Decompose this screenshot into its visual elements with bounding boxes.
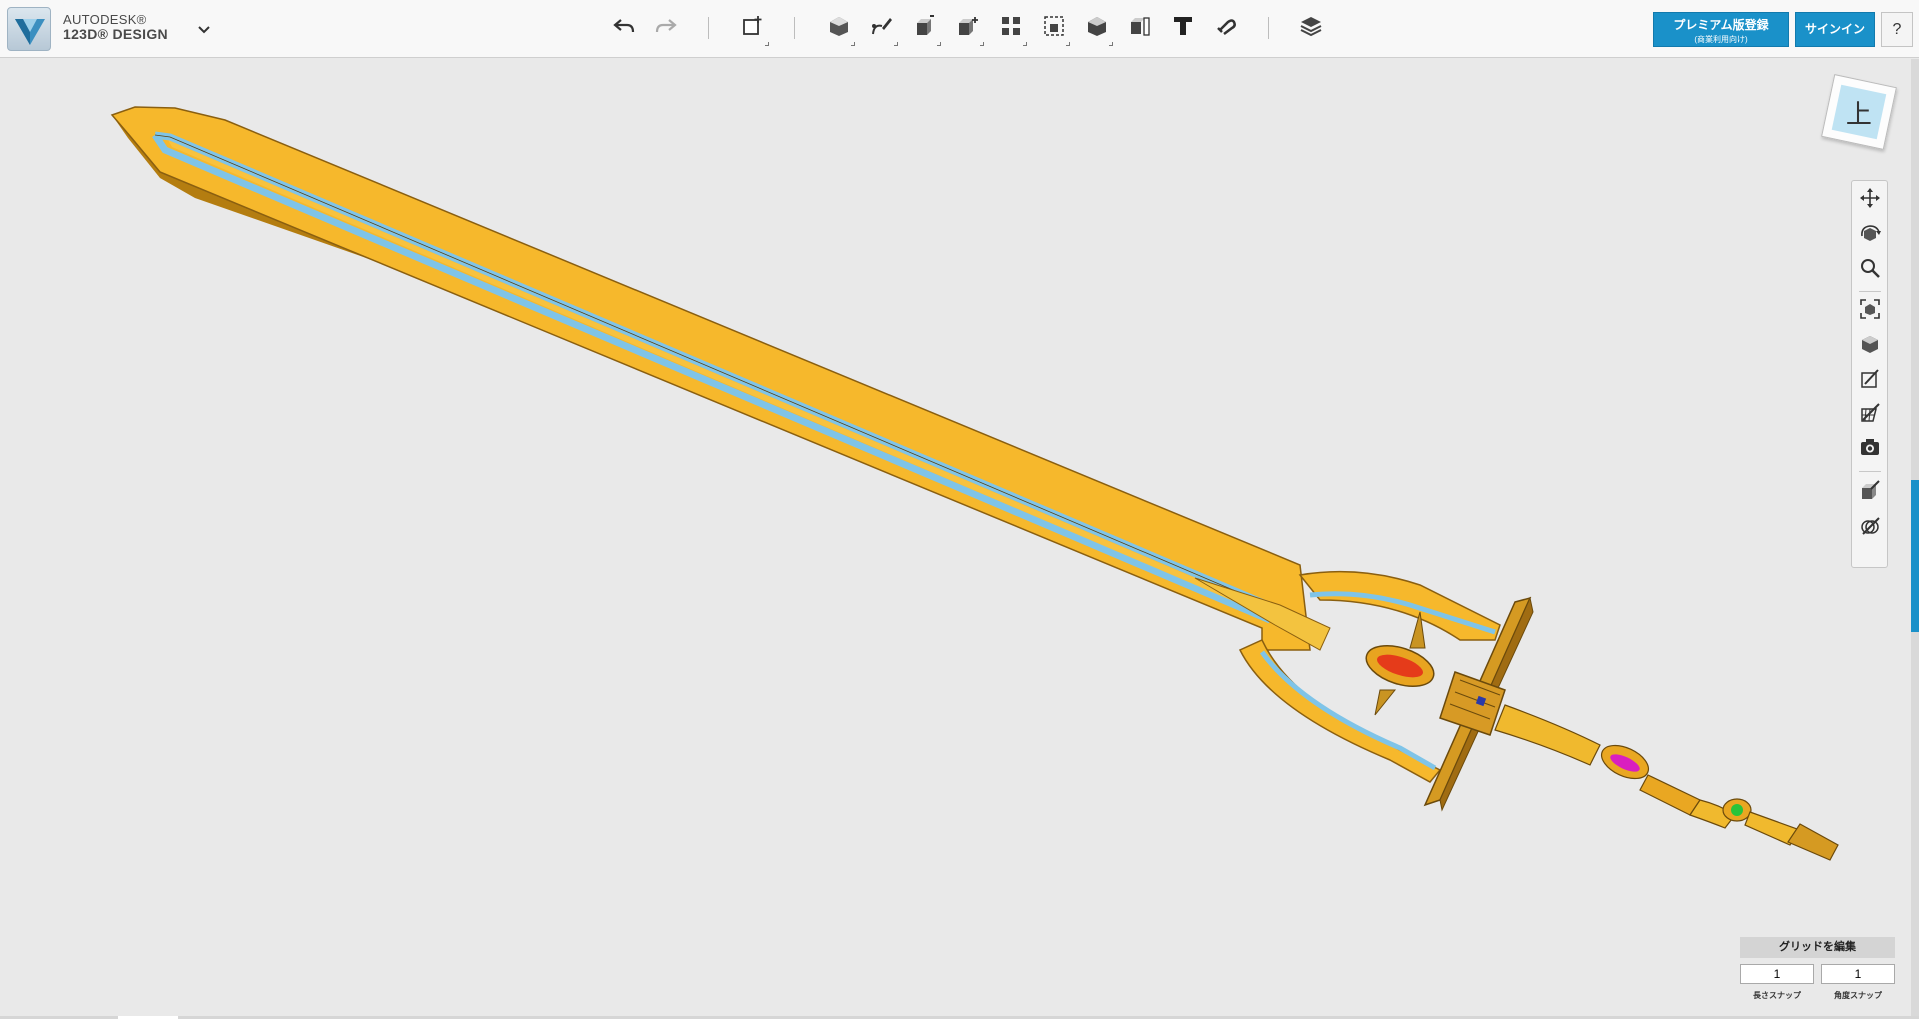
combine-cube-icon <box>1085 14 1109 43</box>
view-cube[interactable]: 上 <box>1821 74 1897 150</box>
signin-button[interactable]: サインイン <box>1795 12 1875 47</box>
screenshot-button[interactable] <box>1857 436 1883 462</box>
redo-button[interactable] <box>649 11 683 45</box>
hide-sketches-button[interactable] <box>1857 401 1883 427</box>
construct-button[interactable] <box>865 11 899 46</box>
snap-button[interactable] <box>1209 11 1243 45</box>
premium-register-button[interactable]: プレミアム版登録 (商業利用向け) <box>1653 12 1789 47</box>
brand-company: AUTODESK® <box>63 12 147 27</box>
nav-separator <box>1859 471 1881 472</box>
3d-viewport[interactable] <box>0 59 1919 1017</box>
sword-model[interactable] <box>0 59 1919 1017</box>
fit-view-icon <box>1859 298 1881 325</box>
material-visibility-button[interactable] <box>1857 479 1883 505</box>
outline-hide-icon <box>1859 515 1881 542</box>
length-snap-label: 長さスナップ <box>1753 991 1801 1000</box>
nav-separator <box>1859 291 1881 292</box>
fit-view-button[interactable] <box>1857 298 1883 324</box>
pattern-grid-icon <box>999 14 1023 43</box>
view-cube-face-label: 上 <box>1845 98 1873 129</box>
app-brand: AUTODESK® 123D® DESIGN <box>63 13 168 41</box>
pattern-button[interactable] <box>994 11 1028 46</box>
sketch-cube-icon <box>827 14 851 43</box>
orbit-icon <box>1859 223 1881 250</box>
move-cube-icon <box>956 14 980 43</box>
pan-button[interactable] <box>1857 187 1883 213</box>
measure-button[interactable] <box>1123 11 1157 45</box>
orbit-button[interactable] <box>1857 223 1883 249</box>
magnet-snap-icon <box>1214 14 1238 43</box>
edit-grid-button[interactable]: グリッドを編集 <box>1740 937 1895 958</box>
material-cube-icon <box>1859 479 1881 506</box>
view-cube-top-face[interactable]: 上 <box>1831 84 1887 140</box>
brand-product: 123D® DESIGN <box>63 25 168 42</box>
angle-snap-label: 角度スナップ <box>1834 991 1882 1000</box>
side-panel-toggle[interactable] <box>1911 480 1919 632</box>
construct-pen-icon <box>870 14 894 43</box>
move-tool-button[interactable] <box>951 11 985 46</box>
app-menu-chevron-down-icon[interactable] <box>195 20 213 38</box>
toolbar-separator <box>1268 17 1269 39</box>
text-tool-button[interactable] <box>1166 11 1200 45</box>
premium-sublabel: (商業利用向け) <box>1694 35 1748 44</box>
grouping-button[interactable] <box>1037 11 1071 46</box>
visibility-pencil-icon <box>1859 367 1881 394</box>
grouping-icon <box>1042 14 1066 43</box>
primitives-button[interactable] <box>736 11 770 46</box>
camera-icon <box>1859 436 1881 463</box>
outline-visibility-button[interactable] <box>1857 515 1883 541</box>
modify-cube-icon <box>913 14 937 43</box>
angle-snap-input[interactable] <box>1821 964 1895 984</box>
autodesk-logo-icon <box>7 7 51 51</box>
redo-icon <box>655 17 677 40</box>
modify-button[interactable] <box>908 11 942 46</box>
zoom-button[interactable] <box>1857 257 1883 283</box>
undo-button[interactable] <box>607 11 641 45</box>
help-button[interactable]: ? <box>1881 12 1913 47</box>
add-box-icon <box>741 14 765 43</box>
sketch-button[interactable] <box>822 11 856 46</box>
magnifier-icon <box>1859 257 1881 284</box>
undo-icon <box>613 17 635 40</box>
combine-button[interactable] <box>1080 11 1114 46</box>
premium-label: プレミアム版登録 <box>1673 18 1769 32</box>
perspective-button[interactable] <box>1857 333 1883 359</box>
toolbar-separator <box>794 17 795 39</box>
text-t-icon <box>1171 14 1195 43</box>
visibility-button[interactable] <box>1857 367 1883 393</box>
navigation-panel <box>1851 180 1888 568</box>
perspective-cube-icon <box>1859 333 1881 360</box>
hide-grid-icon <box>1859 401 1881 428</box>
toolbar-separator <box>708 17 709 39</box>
measure-icon <box>1128 14 1152 43</box>
length-snap-input[interactable] <box>1740 964 1814 984</box>
top-toolbar: AUTODESK® 123D® DESIGN プレミアム版登録 (商業利用向け)… <box>0 0 1919 58</box>
material-layers-icon <box>1299 14 1323 43</box>
pan-arrows-icon <box>1859 187 1881 214</box>
material-button[interactable] <box>1294 11 1328 45</box>
